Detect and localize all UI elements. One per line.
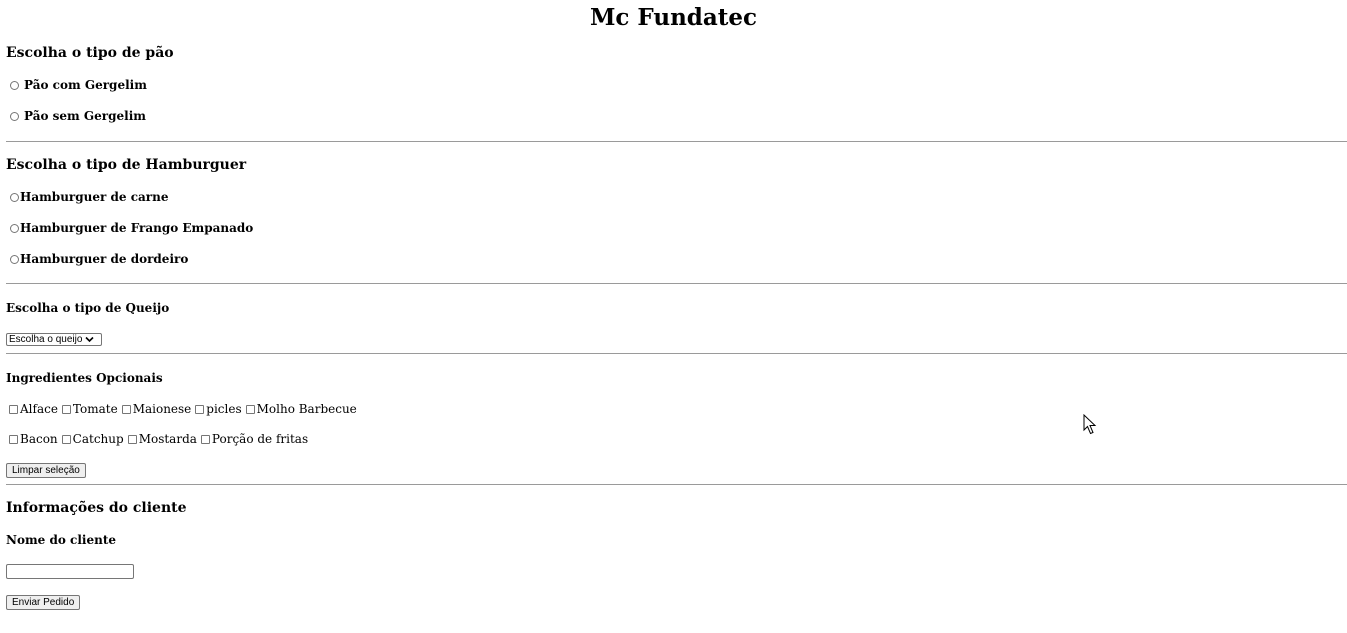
burger-beef-radio[interactable] [10, 192, 19, 202]
extra-option-label: Tomate [72, 402, 118, 416]
extra-option-label: picles [206, 402, 242, 416]
divider [6, 353, 1347, 354]
client-name-label: Nome do cliente [6, 533, 117, 547]
extras-row-2: Bacon Catchup Mostarda Porção de fritas [9, 432, 312, 446]
mouse-pointer-icon [1083, 413, 1097, 439]
bread-sesame-radio[interactable] [10, 80, 19, 90]
extra-option-label: Catchup [72, 432, 124, 446]
bread-option-label: Pão sem Gergelim [24, 109, 146, 123]
mostarda-checkbox[interactable] [127, 434, 137, 444]
bread-option-label: Pão com Gergelim [24, 78, 147, 92]
burger-chicken-radio[interactable] [10, 223, 19, 233]
client-name-input[interactable] [6, 564, 134, 579]
extra-option-alface[interactable]: Alface [9, 402, 58, 416]
submit-order-button[interactable]: Enviar Pedido [6, 595, 81, 610]
extra-option-molho-barbecue[interactable]: Molho Barbecue [245, 402, 357, 416]
molho-barbecue-checkbox[interactable] [245, 404, 255, 414]
burger-option-chicken[interactable]: Hamburguer de Frango Empanado [10, 221, 253, 235]
chevron-down-icon [85, 336, 94, 343]
bread-no-sesame-radio[interactable] [10, 111, 19, 121]
extra-option-catchup[interactable]: Catchup [61, 432, 124, 446]
burger-option-label: Hamburguer de carne [20, 190, 169, 204]
catchup-checkbox[interactable] [61, 434, 71, 444]
burger-lamb-radio[interactable] [10, 254, 19, 264]
burger-option-label: Hamburguer de dordeiro [20, 252, 189, 266]
extra-option-tomate[interactable]: Tomate [61, 402, 118, 416]
divider [6, 484, 1347, 485]
extra-option-label: Bacon [20, 432, 58, 446]
extras-heading: Ingredientes Opcionais [6, 371, 163, 385]
extras-row-1: Alface Tomate Maionese picles Molho Barb… [9, 402, 361, 416]
extra-option-bacon[interactable]: Bacon [9, 432, 58, 446]
client-heading: Informações do cliente [6, 500, 187, 516]
picles-checkbox[interactable] [195, 404, 205, 414]
extra-option-fritas[interactable]: Porção de fritas [200, 432, 309, 446]
page-title: Mc Fundatec [589, 4, 758, 31]
bread-option-sesame[interactable]: Pão com Gergelim [10, 78, 147, 92]
bread-option-no-sesame[interactable]: Pão sem Gergelim [10, 109, 146, 123]
extra-option-label: Molho Barbecue [256, 402, 357, 416]
extra-option-label: Maionese [132, 402, 192, 416]
burger-heading: Escolha o tipo de Hamburguer [6, 157, 247, 173]
divider [6, 283, 1347, 284]
alface-checkbox[interactable] [9, 404, 18, 414]
burger-option-label: Hamburguer de Frango Empanado [20, 221, 254, 235]
clear-selection-button[interactable]: Limpar seleção [6, 463, 86, 478]
bread-heading: Escolha o tipo de pão [6, 45, 174, 61]
cheese-select-value: Escolha o queijo [9, 334, 83, 345]
fritas-checkbox[interactable] [200, 434, 210, 444]
cheese-select[interactable]: Escolha o queijo [6, 333, 102, 346]
divider [6, 141, 1347, 142]
tomate-checkbox[interactable] [61, 404, 71, 414]
extra-option-label: Mostarda [138, 432, 197, 446]
extra-option-picles[interactable]: picles [195, 402, 242, 416]
bacon-checkbox[interactable] [9, 434, 18, 444]
cheese-heading: Escolha o tipo de Queijo [6, 301, 170, 315]
extra-option-label: Alface [20, 402, 58, 416]
maionese-checkbox[interactable] [121, 404, 131, 414]
burger-option-beef[interactable]: Hamburguer de carne [10, 190, 168, 204]
burger-option-lamb[interactable]: Hamburguer de dordeiro [10, 252, 188, 266]
extra-option-mostarda[interactable]: Mostarda [127, 432, 197, 446]
extra-option-maionese[interactable]: Maionese [121, 402, 192, 416]
extra-option-label: Porção de fritas [211, 432, 309, 446]
